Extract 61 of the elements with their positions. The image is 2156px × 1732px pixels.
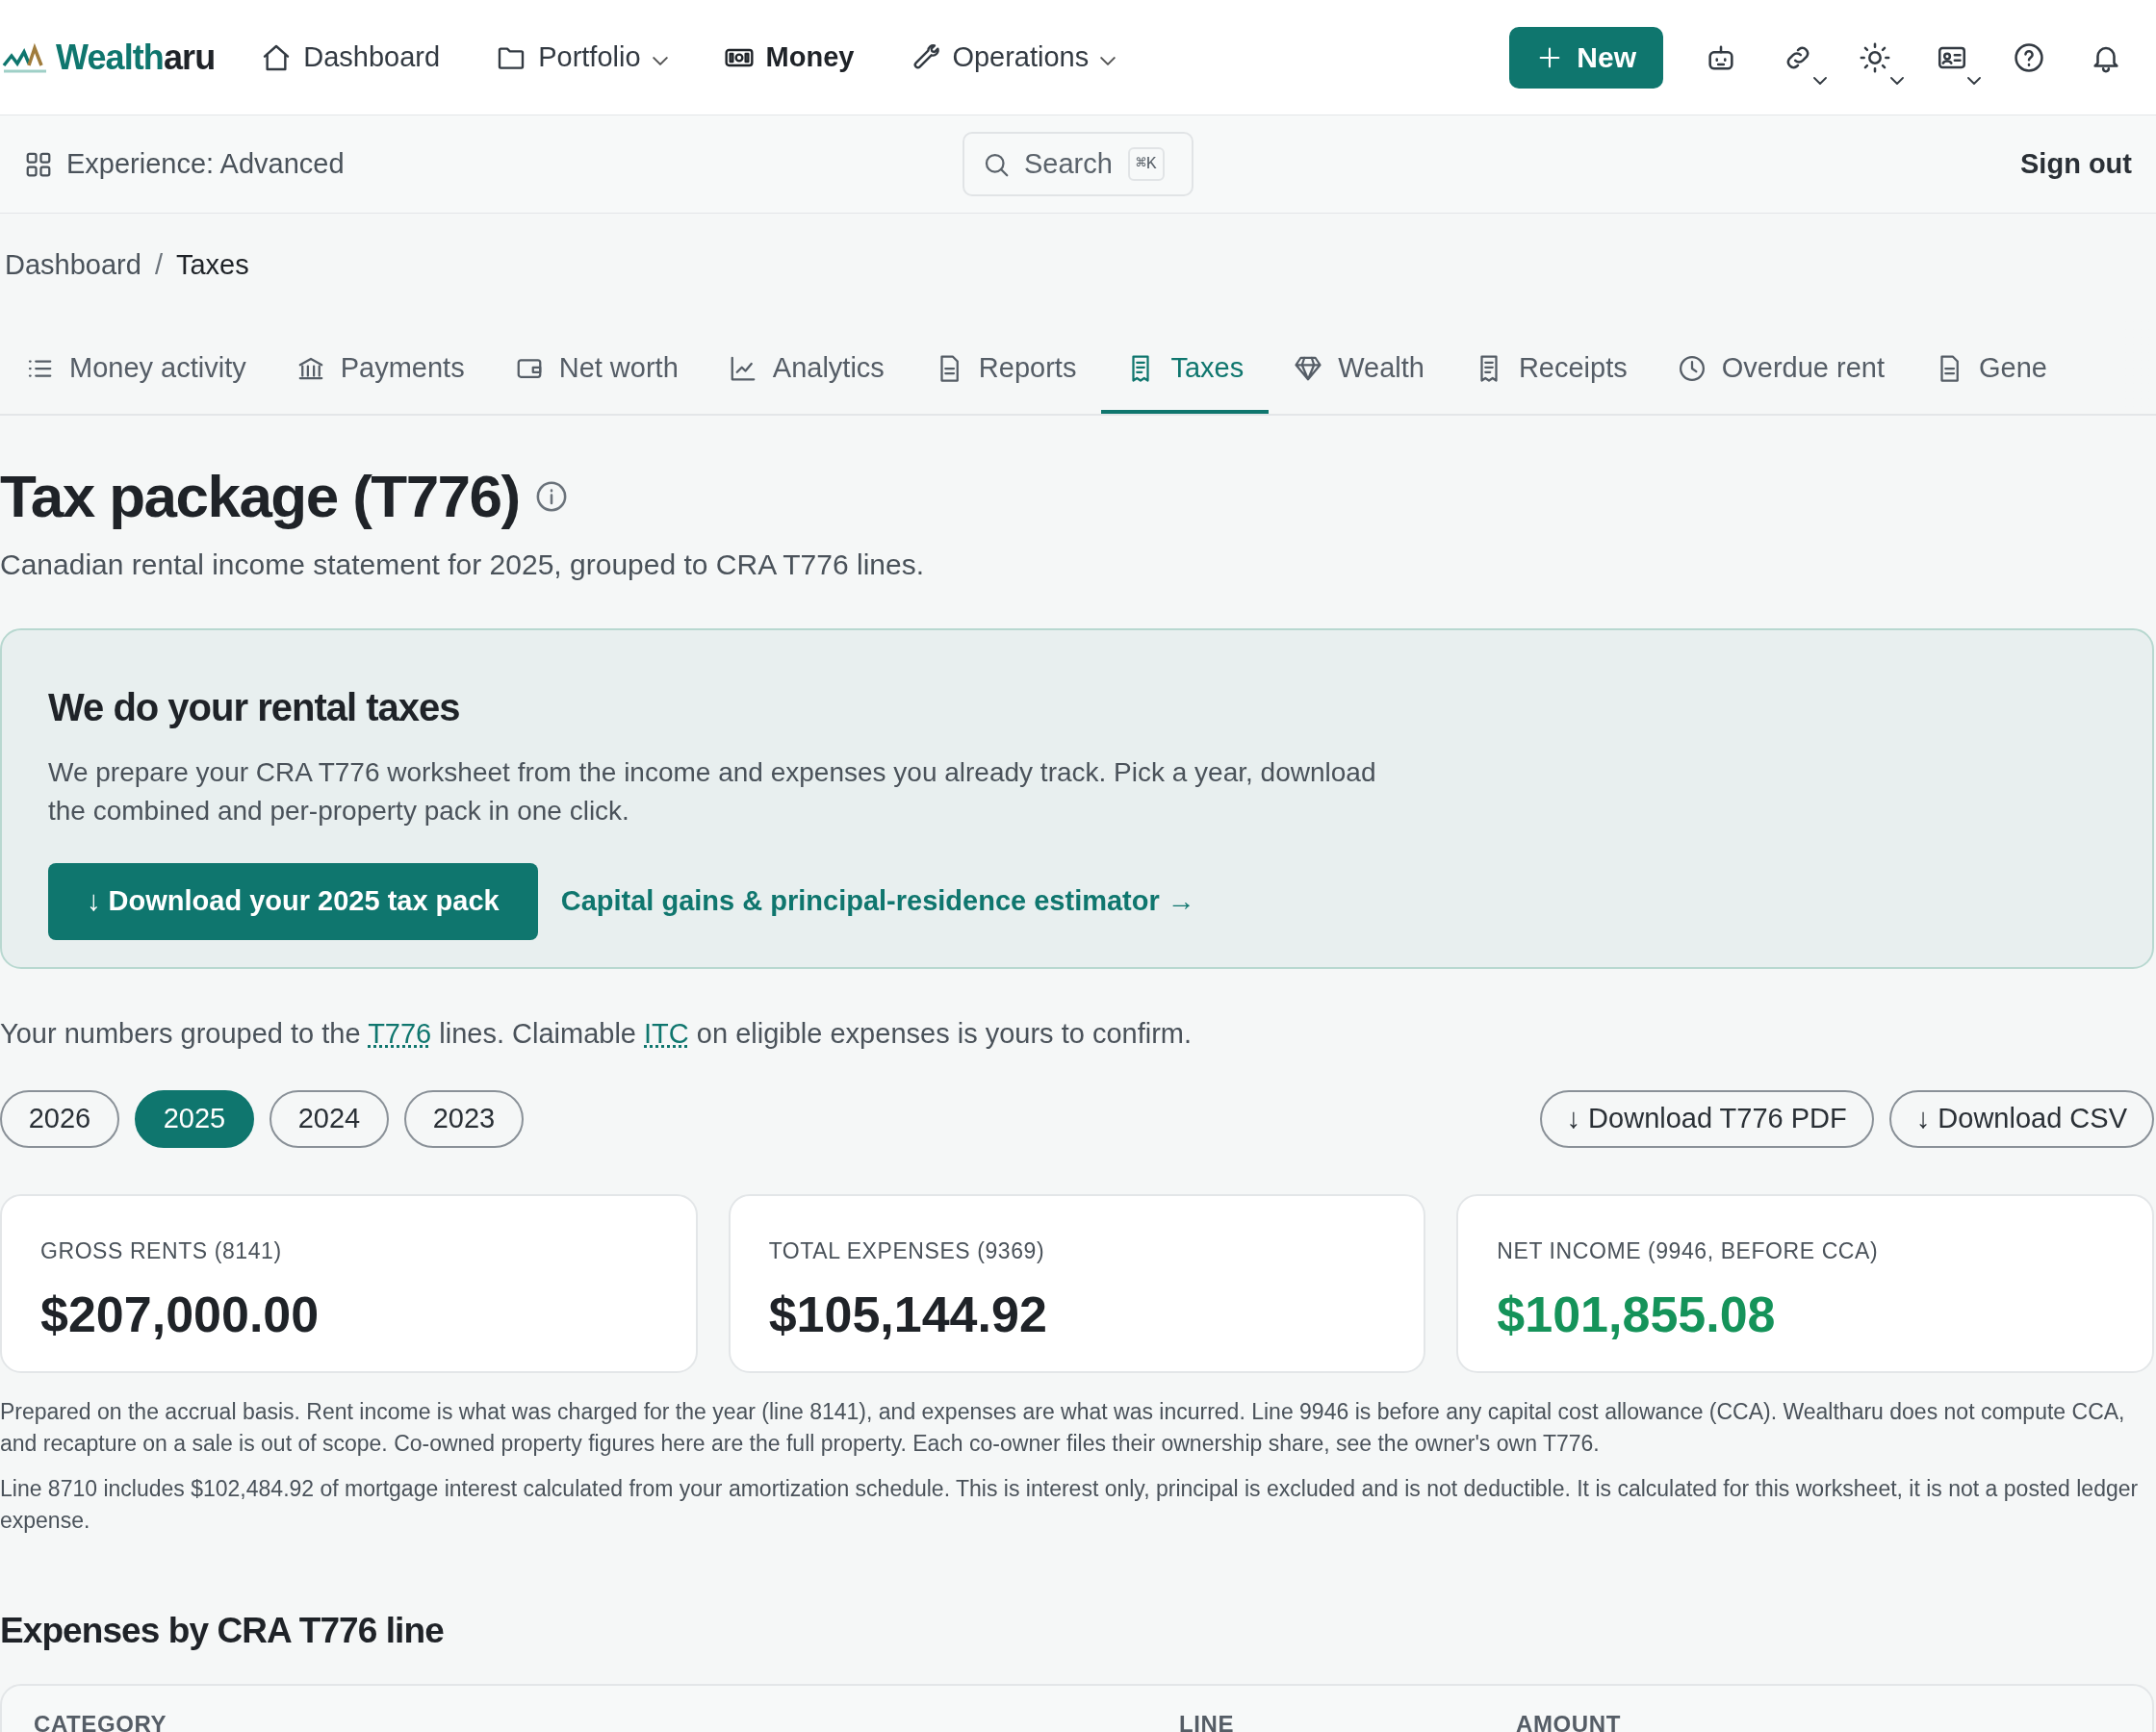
tab[interactable]: Analytics <box>703 327 910 414</box>
summary-label: NET INCOME (9946, BEFORE CCA) <box>1497 1236 1880 1265</box>
new-button[interactable]: New <box>1509 26 1663 89</box>
page-title: Tax package (T776) <box>0 464 520 530</box>
breadcrumb-link[interactable]: Taxes <box>175 244 249 287</box>
year-pill[interactable]: 2024 <box>270 1089 389 1148</box>
year-pill[interactable]: 2023 <box>404 1089 524 1148</box>
section-title: Expenses by CRA T776 line <box>0 1609 445 1652</box>
t776-link[interactable]: T776 <box>368 1018 432 1050</box>
sun-icon <box>1859 40 1891 74</box>
summary-value: $207,000.00 <box>40 1286 321 1345</box>
itc-link[interactable]: ITC <box>644 1018 689 1050</box>
banner-text: We prepare your CRA T776 worksheet from the income and expenses you already track. Pick a year, download the combined and per-property pack in one click. <box>48 756 1377 828</box>
caret-icon <box>1813 76 1827 85</box>
tab[interactable]: Money activity <box>0 327 271 414</box>
summary-label: GROSS RENTS (8141) <box>40 1236 283 1265</box>
tab[interactable]: Taxes <box>1101 327 1270 414</box>
column-header: AMOUNT <box>1516 1711 1621 1732</box>
download-button[interactable]: ↓ Download T776 PDF <box>1539 1089 1874 1148</box>
breadcrumb-separator: / <box>154 248 163 283</box>
experience-label[interactable]: Experience: Advanced <box>66 142 345 186</box>
caret-icon <box>1967 76 1981 85</box>
tab[interactable]: Net worth <box>489 327 704 414</box>
nav-link[interactable]: Dashboard <box>261 36 441 79</box>
download-tax-pack-button[interactable]: ↓ Download your 2025 tax pack <box>48 863 538 941</box>
nav-link[interactable]: Money <box>723 36 855 79</box>
diamond-icon <box>1294 354 1323 383</box>
tab[interactable]: Overdue rent <box>1652 327 1910 414</box>
info-icon <box>534 480 568 514</box>
breadcrumb-link[interactable]: Dashboard <box>5 244 141 287</box>
year-pill[interactable]: 2026 <box>0 1089 119 1148</box>
search-box[interactable]: Search ⌘K <box>962 132 1194 196</box>
summary-value: $101,855.08 <box>1497 1286 1777 1345</box>
intro-text: Your numbers grouped to the T776 lines. Claimable ITC on eligible expenses is yours to confirm. <box>0 1017 1194 1052</box>
brand-name[interactable]: Wealtharu <box>56 31 216 84</box>
caret-icon <box>1890 76 1904 85</box>
tab[interactable]: Gene <box>1910 327 2072 414</box>
search-field[interactable]: Search <box>1024 142 1115 186</box>
year-pill[interactable]: 2025 <box>135 1089 254 1148</box>
help-icon <box>2013 40 2045 74</box>
tab[interactable]: Receipts <box>1449 327 1653 414</box>
tab[interactable]: Wealth <box>1269 327 1450 414</box>
clock-icon <box>1677 354 1707 383</box>
column-header: CATEGORY <box>34 1711 167 1732</box>
summary-label: TOTAL EXPENSES (9369) <box>768 1236 1046 1265</box>
download-button[interactable]: ↓ Download CSV <box>1888 1089 2154 1148</box>
column-header: LINE <box>1179 1711 1235 1732</box>
caret-icon <box>652 57 668 65</box>
tab[interactable]: Payments <box>270 327 490 414</box>
note-text: Line 8710 includes $102,484.92 of mortgage interest calculated from your amortization schedule. This is interest only, principal is excluded and is not deductible. It is calculated for this worksheet, it is not a posted ledger expense. <box>0 1474 2140 1535</box>
nav-link[interactable]: Operations <box>910 36 1116 79</box>
tab[interactable]: Reports <box>909 327 1102 414</box>
caret-icon <box>1100 57 1116 65</box>
sign-out-link[interactable]: Sign out <box>2020 142 2132 186</box>
page-subtitle: Canadian rental income statement for 2025, grouped to CRA T776 lines. <box>0 548 926 583</box>
summary-value: $105,144.92 <box>768 1286 1048 1345</box>
shortcut-key: ⌘K <box>1128 147 1165 181</box>
banner-title: We do your rental taxes <box>48 685 461 731</box>
estimator-link[interactable]: Capital gains & principal-residence estimator → <box>560 880 1195 923</box>
nav-link[interactable]: Portfolio <box>496 36 668 79</box>
note-text: Prepared on the accrual basis. Rent income is what was charged for the year (line 8141), and expenses are what was incurred. Line 9946 is before any capital cost allowance (CCA). Wealtharu does not compute CCA, and recapture on a sale is out of scope. Co-owned property figures here are the full property. Each co-owner files their ownership share, see the owner's own T776. <box>0 1397 2126 1458</box>
